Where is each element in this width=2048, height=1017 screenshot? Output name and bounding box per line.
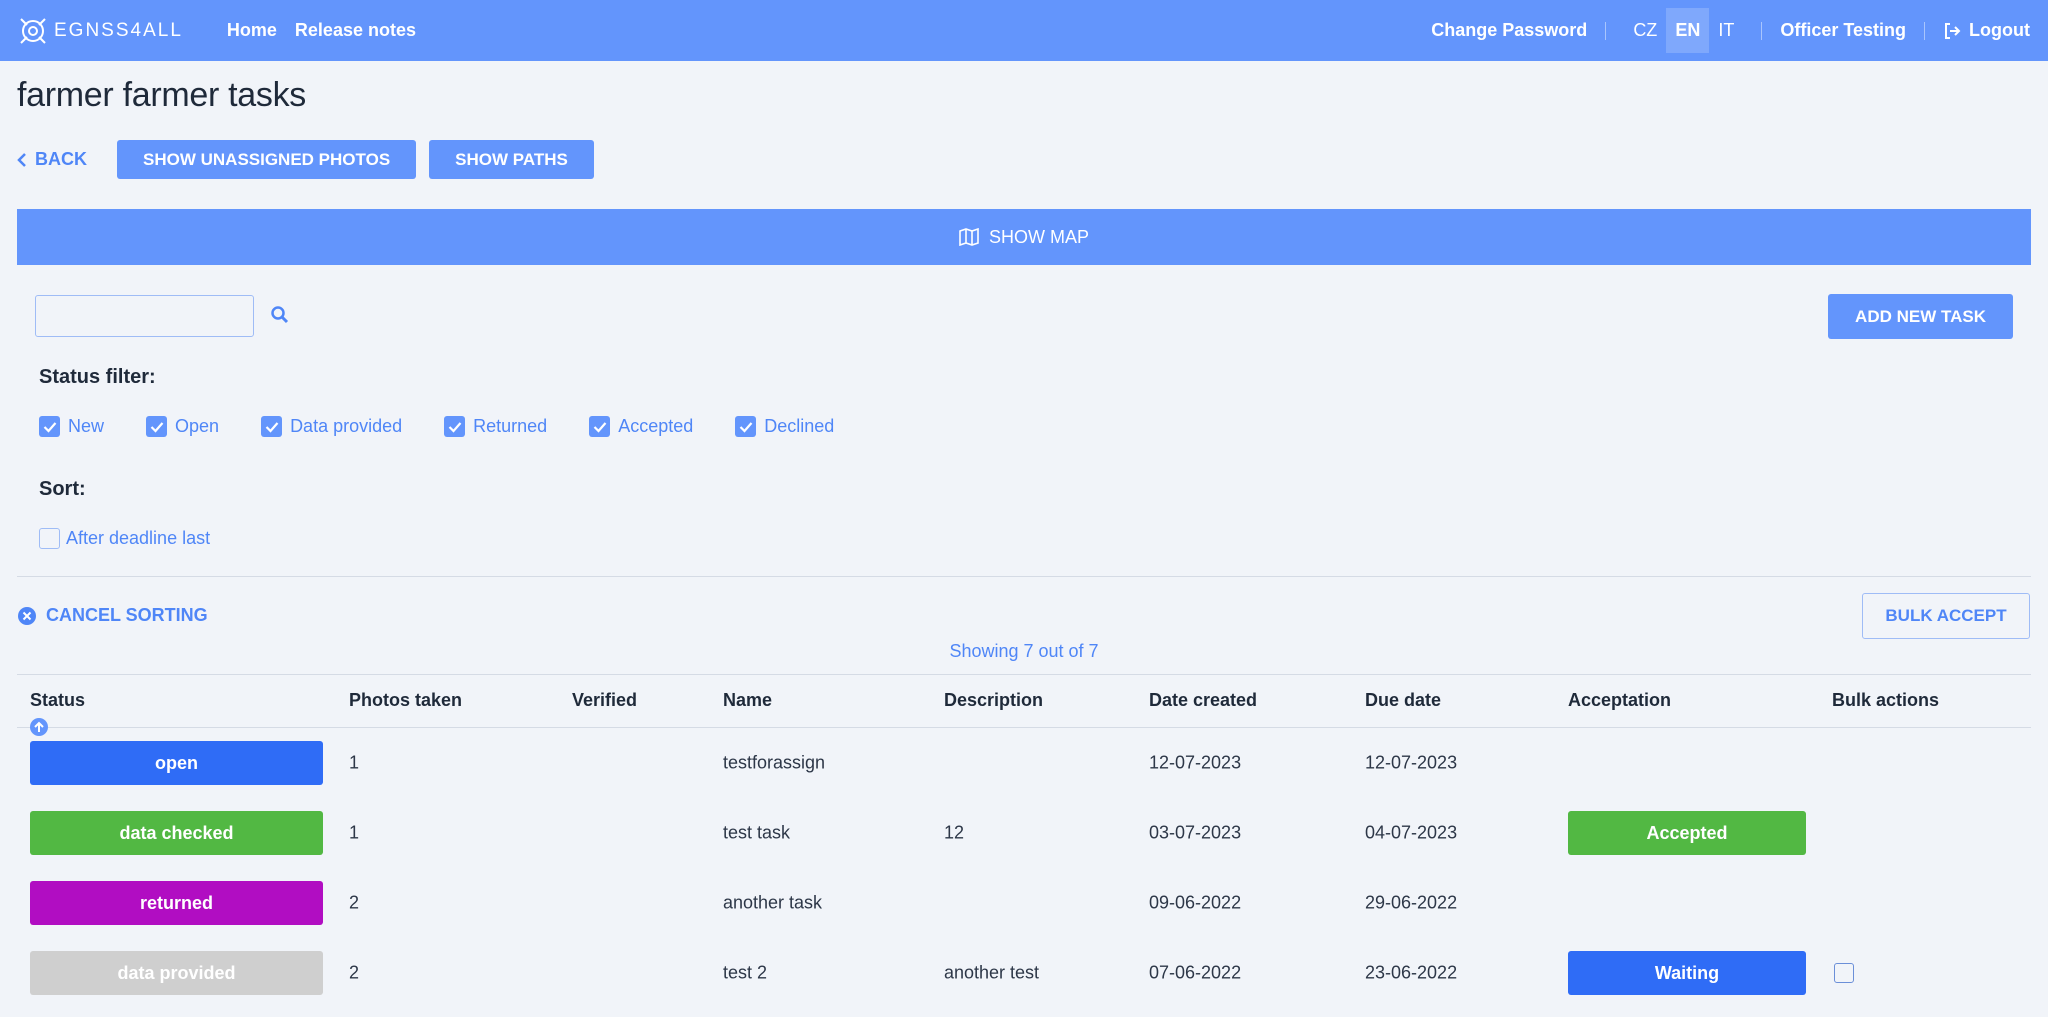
change-password-link[interactable]: Change Password — [1431, 20, 1587, 41]
filter-accepted[interactable]: Accepted — [589, 416, 693, 437]
after-deadline-last-label: After deadline last — [66, 528, 211, 548]
column-header-bulk-actions: Bulk actions — [1832, 690, 1940, 710]
status-filter-group: New Open Data provided Returned Accepted… — [39, 416, 876, 437]
lang-cz[interactable]: CZ — [1624, 8, 1666, 53]
filter-label: Data provided — [290, 416, 403, 436]
photos-taken-cell: 2 — [349, 892, 360, 913]
date-created-cell: 09-06-2022 — [1149, 892, 1242, 913]
name-cell: test 2 — [723, 962, 768, 983]
after-deadline-last-toggle[interactable]: After deadline last — [39, 528, 210, 549]
checkbox-checked-icon — [261, 416, 283, 437]
filter-data-provided[interactable]: Data provided — [261, 416, 402, 437]
divider — [1924, 21, 1926, 40]
divider — [1761, 21, 1763, 40]
checkbox-checked-icon — [589, 416, 611, 437]
user-name[interactable]: Officer Testing — [1780, 20, 1906, 41]
description-cell: 12 — [944, 822, 965, 843]
cancel-sorting-label: CANCEL SORTING — [46, 605, 208, 625]
column-header-acceptation[interactable]: Acceptation — [1568, 690, 1671, 711]
column-header-verified[interactable]: Verified — [572, 690, 637, 711]
due-date-cell: 23-06-2022 — [1365, 962, 1458, 983]
logout-link[interactable]: Logout — [1943, 20, 2030, 41]
status-badge: data checked — [30, 811, 323, 855]
photos-taken-cell: 1 — [349, 752, 360, 773]
name-cell: another task — [723, 892, 823, 913]
logo-text: EGNSS4ALL — [54, 19, 183, 41]
filter-label: Accepted — [618, 416, 694, 436]
checkbox-unchecked-icon — [39, 528, 60, 549]
column-header-photos-taken[interactable]: Photos taken — [349, 690, 462, 711]
show-paths-button[interactable]: SHOW PATHS — [429, 140, 594, 179]
showing-count: Showing 7 out of 7 — [949, 641, 1099, 661]
status-badge: data provided — [30, 951, 323, 995]
table-row[interactable]: data checked 1 test task 12 03-07-2023 0… — [17, 798, 2031, 868]
filter-declined[interactable]: Declined — [735, 416, 834, 437]
filter-label: Returned — [473, 416, 548, 436]
filter-label: Declined — [764, 416, 835, 436]
back-button[interactable]: BACK — [17, 149, 87, 170]
description-cell: another test — [944, 962, 1040, 983]
filter-new[interactable]: New — [39, 416, 104, 437]
sort-label: Sort: — [39, 478, 86, 500]
divider — [17, 576, 2031, 577]
filter-label: Open — [175, 416, 220, 436]
map-icon — [959, 228, 979, 246]
lang-en[interactable]: EN — [1666, 8, 1710, 53]
bulk-select-checkbox[interactable] — [1834, 963, 1854, 983]
divider — [17, 674, 2031, 675]
checkbox-checked-icon — [735, 416, 757, 437]
date-created-cell: 03-07-2023 — [1149, 822, 1242, 843]
chevron-left-icon — [17, 152, 26, 167]
nav-home[interactable]: Home — [227, 20, 277, 41]
name-cell: testforassign — [723, 752, 826, 773]
due-date-cell: 04-07-2023 — [1365, 822, 1458, 843]
column-header-due-date[interactable]: Due date — [1365, 690, 1441, 711]
show-unassigned-photos-button[interactable]: SHOW UNASSIGNED PHOTOS — [117, 140, 417, 179]
logout-icon — [1945, 22, 1961, 39]
status-badge: open — [30, 741, 323, 785]
status-filter-label: Status filter: — [39, 366, 156, 388]
top-navbar: EGNSS4ALL Home Release notes Change Pass… — [0, 0, 2048, 61]
checkbox-checked-icon — [146, 416, 168, 437]
checkbox-checked-icon — [444, 416, 466, 437]
nav-release-notes[interactable]: Release notes — [295, 20, 416, 41]
show-map-label: SHOW MAP — [988, 226, 1089, 247]
filter-returned[interactable]: Returned — [444, 416, 547, 437]
show-map-button[interactable]: SHOW MAP — [17, 209, 2031, 265]
table-row[interactable]: returned 2 another task 09-06-2022 29-06… — [17, 868, 2031, 938]
due-date-cell: 12-07-2023 — [1365, 752, 1458, 773]
logo[interactable]: EGNSS4ALL — [18, 16, 183, 46]
filter-open[interactable]: Open — [146, 416, 219, 437]
date-created-cell: 07-06-2022 — [1149, 962, 1242, 983]
acceptation-badge: Accepted — [1568, 811, 1806, 855]
cancel-sorting-button[interactable]: CANCEL SORTING — [18, 605, 208, 626]
satellite-logo-icon — [20, 17, 46, 44]
acceptation-badge: Waiting — [1568, 951, 1806, 995]
lang-it[interactable]: IT — [1709, 8, 1743, 53]
table-row[interactable]: open 1 testforassign 12-07-2023 12-07-20… — [17, 728, 2031, 798]
table-row[interactable]: data provided 2 test 2 another test 07-0… — [17, 938, 2031, 1008]
column-header-name[interactable]: Name — [723, 690, 772, 711]
column-header-description[interactable]: Description — [944, 690, 1043, 711]
status-badge: returned — [30, 881, 323, 925]
column-header-date-created[interactable]: Date created — [1149, 690, 1257, 711]
photos-taken-cell: 1 — [349, 822, 360, 843]
photos-taken-cell: 2 — [349, 962, 360, 983]
due-date-cell: 29-06-2022 — [1365, 892, 1458, 913]
back-label: BACK — [35, 149, 87, 169]
filter-label: New — [68, 416, 105, 436]
logout-label: Logout — [1969, 20, 2030, 40]
date-created-cell: 12-07-2023 — [1149, 752, 1242, 773]
divider — [1605, 21, 1607, 40]
name-cell: test task — [723, 822, 791, 843]
add-new-task-button[interactable]: ADD NEW TASK — [1828, 294, 2013, 339]
search-input[interactable] — [35, 295, 254, 337]
close-circle-icon — [18, 606, 36, 625]
bulk-accept-button[interactable]: BULK ACCEPT — [1862, 593, 2030, 639]
page-title: farmer farmer tasks — [17, 76, 307, 114]
column-header-status[interactable]: Status — [30, 690, 85, 711]
checkbox-checked-icon — [39, 416, 60, 437]
search-icon[interactable] — [270, 305, 290, 325]
